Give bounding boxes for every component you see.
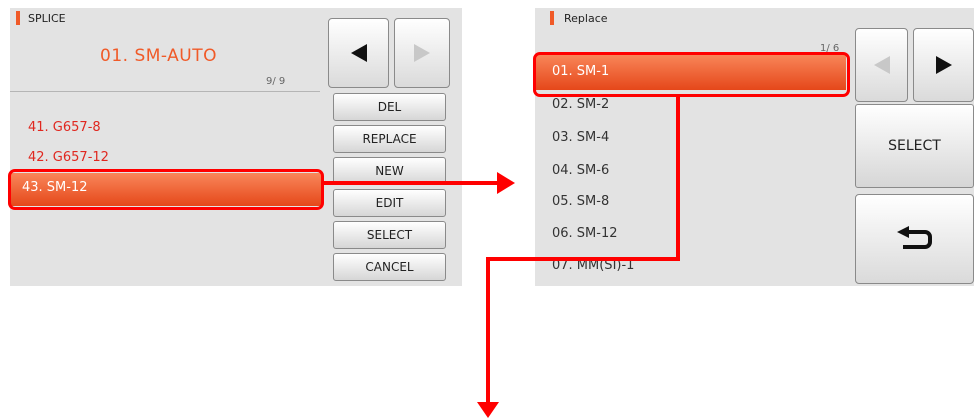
edit-button[interactable]: EDIT: [333, 189, 446, 217]
connector-arrow-horizontal: [324, 181, 502, 185]
divider: [10, 91, 320, 92]
header-accent-bar: [16, 11, 20, 25]
list-item[interactable]: 05. SM-8: [552, 194, 609, 209]
select-button[interactable]: SELECT: [855, 104, 974, 188]
select-button[interactable]: SELECT: [333, 221, 446, 249]
header-accent-bar: [550, 11, 554, 25]
connector-line-horizontal: [486, 257, 680, 261]
prev-page-button[interactable]: [328, 18, 389, 88]
left-arrow-icon: [350, 44, 367, 62]
highlight-box-left: [8, 169, 324, 210]
prev-page-button[interactable]: [855, 28, 908, 102]
next-page-button[interactable]: [913, 28, 974, 102]
cancel-button[interactable]: CANCEL: [333, 253, 446, 281]
arrow-head-right-icon: [497, 172, 515, 194]
connector-arrow-down: [486, 257, 490, 407]
connector-line-vertical: [676, 97, 680, 260]
next-page-button[interactable]: [394, 18, 450, 88]
back-button[interactable]: [855, 194, 974, 284]
return-arrow-icon: [896, 226, 932, 249]
list-item[interactable]: 04. SM-6: [552, 163, 609, 178]
list-item[interactable]: 41. G657-8: [28, 120, 101, 135]
right-arrow-icon: [935, 56, 952, 74]
left-arrow-icon: [873, 56, 890, 74]
list-item[interactable]: 06. SM-12: [552, 226, 618, 241]
screen-header: Replace: [564, 12, 608, 25]
right-arrow-icon: [414, 44, 430, 62]
del-button[interactable]: DEL: [333, 93, 446, 121]
list-item[interactable]: 42. G657-12: [28, 150, 109, 165]
screen-header: SPLICE: [28, 12, 66, 25]
arrow-head-down-icon: [477, 402, 499, 418]
highlight-box-right: [533, 52, 850, 97]
replace-screen: Replace 1/ 6 01. SM-1 02. SM-2 03. SM-4 …: [535, 8, 974, 286]
splice-screen: SPLICE 01. SM-AUTO 9/ 9 41. G657-8 42. G…: [10, 8, 462, 286]
list-item[interactable]: 03. SM-4: [552, 130, 609, 145]
list-item[interactable]: 02. SM-2: [552, 97, 609, 112]
mode-title: 01. SM-AUTO: [100, 46, 217, 66]
replace-button[interactable]: REPLACE: [333, 125, 446, 153]
page-indicator: 9/ 9: [266, 76, 286, 87]
